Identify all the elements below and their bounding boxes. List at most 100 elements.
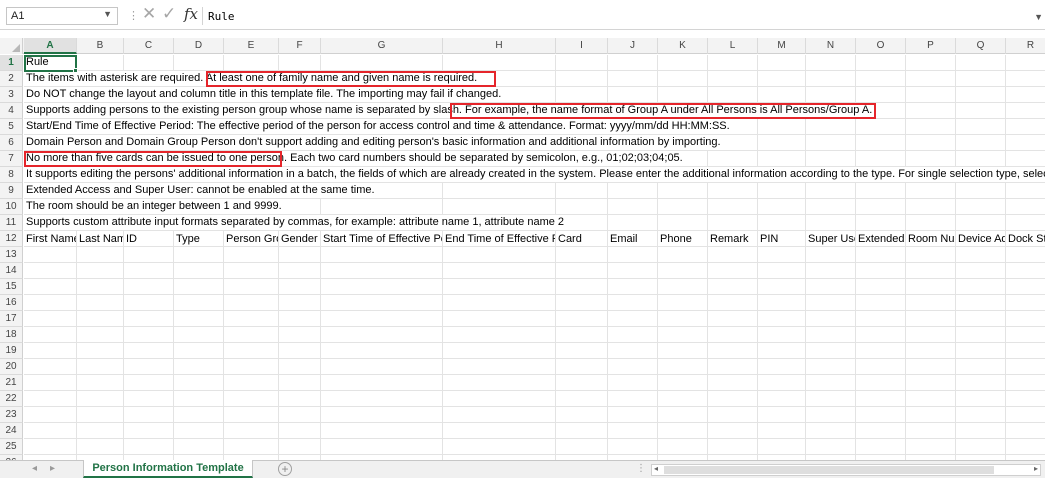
row-gridline xyxy=(24,374,1045,375)
column-title-cell[interactable]: Start Time of Effective Period xyxy=(321,231,442,247)
column-header-q[interactable]: Q xyxy=(956,38,1006,54)
highlight-box xyxy=(450,103,876,119)
row-header-15[interactable]: 15 xyxy=(0,279,23,295)
column-title-cell[interactable]: PIN xyxy=(758,231,805,247)
insert-function-button[interactable]: fx xyxy=(184,5,198,23)
column-header-p[interactable]: P xyxy=(906,38,956,54)
column-title-cell[interactable]: Phone xyxy=(658,231,707,247)
scrollbar-thumb[interactable] xyxy=(664,466,994,474)
select-all-triangle-icon xyxy=(12,44,20,52)
row-header-2[interactable]: 2 xyxy=(0,71,23,87)
column-title-cell[interactable]: End Time of Effective Period xyxy=(443,231,555,247)
row-header-12[interactable]: 12 xyxy=(0,231,23,247)
column-header-d[interactable]: D xyxy=(174,38,224,54)
row-header-10[interactable]: 10 xyxy=(0,199,23,215)
column-title-cell[interactable]: ID xyxy=(124,231,173,247)
column-gridline xyxy=(905,55,906,460)
expand-formula-bar-icon[interactable]: ▼ xyxy=(1034,12,1043,22)
sheet-next-icon[interactable]: ▸ xyxy=(50,463,55,474)
column-header-f[interactable]: F xyxy=(279,38,321,54)
row-gridline xyxy=(24,310,1045,311)
column-title-cell[interactable]: Gender xyxy=(279,231,320,247)
row-header-25[interactable]: 25 xyxy=(0,439,23,455)
active-cell-selection xyxy=(24,55,77,72)
column-title-cell[interactable]: First Name xyxy=(24,231,76,247)
row-header-7[interactable]: 7 xyxy=(0,151,23,167)
name-box-value: A1 xyxy=(11,10,25,22)
row-gridline xyxy=(24,422,1045,423)
select-all-button[interactable] xyxy=(0,38,23,54)
scroll-left-icon[interactable]: ◂ xyxy=(654,464,658,473)
fill-handle[interactable] xyxy=(73,68,78,73)
row-header-23[interactable]: 23 xyxy=(0,407,23,423)
row-header-8[interactable]: 8 xyxy=(0,167,23,183)
row-header-9[interactable]: 9 xyxy=(0,183,23,199)
column-header-h[interactable]: H xyxy=(443,38,556,54)
enter-icon[interactable]: ✓ xyxy=(162,4,176,24)
rule-cell-a6[interactable]: Domain Person and Domain Group Person do… xyxy=(24,135,721,150)
column-title-cell[interactable]: Room Number xyxy=(906,231,955,247)
row-gridline xyxy=(24,278,1045,279)
row-header-19[interactable]: 19 xyxy=(0,343,23,359)
column-header-n[interactable]: N xyxy=(806,38,856,54)
row-header-17[interactable]: 17 xyxy=(0,311,23,327)
scroll-right-icon[interactable]: ▸ xyxy=(1034,464,1038,473)
column-title-cell[interactable]: Extended xyxy=(856,231,905,247)
name-box[interactable]: A1 ▼ xyxy=(6,7,118,25)
column-header-g[interactable]: G xyxy=(321,38,443,54)
row-header-16[interactable]: 16 xyxy=(0,295,23,311)
row-header-3[interactable]: 3 xyxy=(0,87,23,103)
column-header-a[interactable]: A xyxy=(24,38,77,54)
row-header-13[interactable]: 13 xyxy=(0,247,23,263)
rule-cell-a10[interactable]: The room should be an integer between 1 … xyxy=(24,199,282,214)
column-title-cell[interactable]: Person Group xyxy=(224,231,278,247)
column-title-cell[interactable]: Type xyxy=(174,231,223,247)
row-header-24[interactable]: 24 xyxy=(0,423,23,439)
highlight-box xyxy=(206,71,496,87)
row-gridline xyxy=(24,390,1045,391)
column-header-m[interactable]: M xyxy=(758,38,806,54)
row-header-5[interactable]: 5 xyxy=(0,119,23,135)
row-header-20[interactable]: 20 xyxy=(0,359,23,375)
row-header-6[interactable]: 6 xyxy=(0,135,23,151)
row-header-14[interactable]: 14 xyxy=(0,263,23,279)
row-header-22[interactable]: 22 xyxy=(0,391,23,407)
tab-split-handle[interactable]: ⋮ xyxy=(636,463,646,474)
row-header-4[interactable]: 4 xyxy=(0,103,23,119)
rule-cell-a8[interactable]: It supports editing the persons' additio… xyxy=(24,167,1045,182)
rule-cell-a11[interactable]: Supports custom attribute input formats … xyxy=(24,215,565,230)
column-header-c[interactable]: C xyxy=(124,38,174,54)
column-header-o[interactable]: O xyxy=(856,38,906,54)
row-header-1[interactable]: 1 xyxy=(0,55,23,71)
cells-area[interactable]: Rule The items with asterisk are required… xyxy=(24,55,1045,460)
add-sheet-icon[interactable]: + xyxy=(278,462,292,476)
rule-cell-a5[interactable]: Start/End Time of Effective Period: The … xyxy=(24,119,730,134)
column-title-cell[interactable]: Dock Station xyxy=(1006,231,1045,247)
column-title-cell[interactable]: Email xyxy=(608,231,657,247)
column-header-l[interactable]: L xyxy=(708,38,758,54)
worksheet-grid[interactable]: ABCDEFGHIJKLMNOPQR 1 2 3 4 5 6 7 8 9 10 11 12 13 14 15… xyxy=(0,38,1045,460)
column-title-cell[interactable]: Super User xyxy=(806,231,855,247)
rule-cell-a9[interactable]: Extended Access and Super User: cannot b… xyxy=(24,183,375,198)
formula-input[interactable]: Rule xyxy=(202,7,1037,25)
cancel-icon[interactable]: ✕ xyxy=(142,4,156,24)
column-header-e[interactable]: E xyxy=(224,38,279,54)
column-header-j[interactable]: J xyxy=(608,38,658,54)
sheet-tab-person-information-template[interactable]: Person Information Template xyxy=(83,460,253,478)
column-title-cell[interactable]: Remark xyxy=(708,231,757,247)
chevron-down-icon[interactable]: ▼ xyxy=(103,9,112,19)
row-header-11[interactable]: 11 xyxy=(0,215,23,231)
column-title-cell[interactable]: Last Name xyxy=(77,231,123,247)
column-header-b[interactable]: B xyxy=(77,38,124,54)
row-header-18[interactable]: 18 xyxy=(0,327,23,343)
rule-cell-a3[interactable]: Do NOT change the layout and column titl… xyxy=(24,87,502,102)
column-header-i[interactable]: I xyxy=(556,38,608,54)
sheet-prev-icon[interactable]: ◂ xyxy=(32,463,37,474)
column-title-cell[interactable]: Device Address xyxy=(956,231,1005,247)
column-header-k[interactable]: K xyxy=(658,38,708,54)
column-title-cell[interactable]: Card xyxy=(556,231,607,247)
highlight-box xyxy=(24,151,282,167)
row-header-21[interactable]: 21 xyxy=(0,375,23,391)
column-header-r[interactable]: R xyxy=(1006,38,1045,54)
horizontal-scrollbar[interactable]: ◂ ▸ xyxy=(651,464,1041,476)
